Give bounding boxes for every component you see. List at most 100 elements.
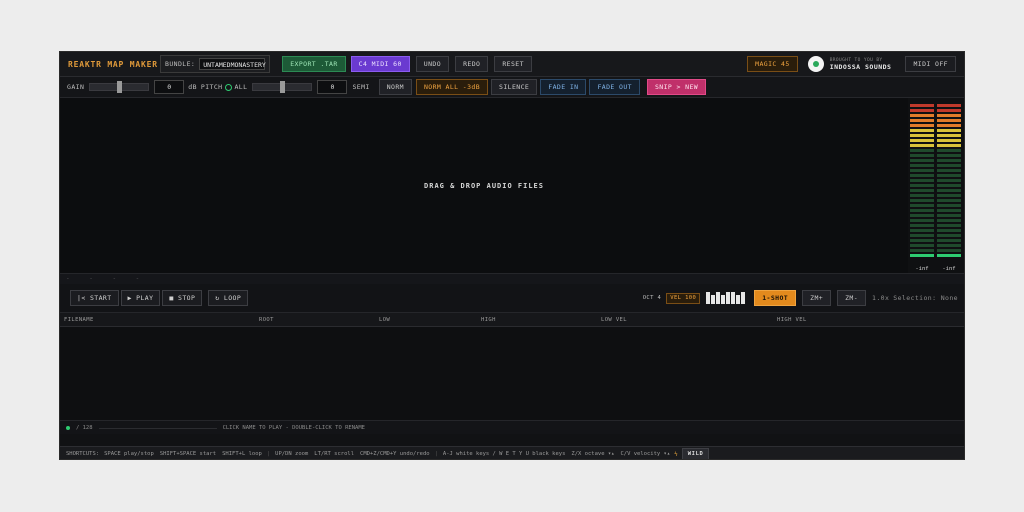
gain-slider-thumb[interactable]: [117, 81, 123, 93]
meter-segment: [910, 169, 934, 172]
meter-segment: [910, 149, 934, 152]
velocity-readout[interactable]: VEL 100: [666, 292, 701, 304]
right-level-meter: [937, 104, 961, 259]
col-filename[interactable]: FILENAME: [64, 317, 94, 323]
gain-value-field[interactable]: 0: [154, 80, 185, 94]
col-root[interactable]: ROOT: [259, 317, 274, 323]
status-indicator-icon: [66, 426, 70, 430]
piano-key[interactable]: [706, 292, 711, 304]
start-button[interactable]: |< START: [70, 290, 119, 306]
norm-button[interactable]: NORM: [378, 79, 412, 95]
meter-segment: [910, 209, 934, 212]
shortcut-item: LT/RT scroll: [314, 451, 355, 457]
stop-button[interactable]: ■ STOP: [162, 290, 203, 306]
meter-segment: [910, 129, 934, 132]
meter-segment: [937, 164, 961, 167]
sample-table-body[interactable]: [60, 327, 964, 420]
meter-segment: [937, 149, 961, 152]
level-meters: -inf -inf: [908, 98, 964, 273]
pitch-label: PITCH: [200, 83, 223, 91]
meter-segment: [910, 179, 934, 182]
shortcut-item: SPACE play/stop: [104, 451, 154, 457]
meter-segment: [910, 214, 934, 217]
redo-button[interactable]: REDO: [455, 56, 489, 72]
meter-segment: [937, 239, 961, 242]
zoom-out-button[interactable]: ZM-: [837, 290, 867, 306]
reset-button[interactable]: RESET: [494, 56, 532, 72]
meter-segment: [937, 109, 961, 112]
midi-off-button[interactable]: MIDI OFF: [905, 56, 956, 72]
left-meter-readout: -inf: [915, 266, 929, 272]
audio-drop-zone[interactable]: DRAG & DROP AUDIO FILES: [60, 98, 908, 273]
right-meter-readout: -inf: [942, 266, 956, 272]
col-high-vel[interactable]: HIGH VEL: [777, 317, 807, 323]
shortcuts-label: SHORTCUTS:: [66, 451, 100, 457]
meter-segment: [937, 214, 961, 217]
sample-total: / 128: [76, 425, 93, 431]
piano-key[interactable]: [716, 292, 721, 304]
gain-label: GAIN: [67, 83, 85, 91]
transport-bar: |< START ▶ PLAY ■ STOP ↻ LOOP OCT 4 VEL …: [60, 284, 964, 313]
piano-key[interactable]: [726, 292, 731, 304]
zoom-in-button[interactable]: ZM+: [802, 290, 832, 306]
bundle-group: BUNDLE: UNTAMEDMONASTERY: [160, 55, 271, 73]
meter-segment: [937, 229, 961, 232]
app-window: REAKTR MAP MAKER BUNDLE: UNTAMEDMONASTER…: [59, 51, 965, 460]
one-shot-button[interactable]: 1-SHOT: [754, 290, 797, 306]
col-low-vel[interactable]: LOW VEL: [601, 317, 627, 323]
c4-midi-button[interactable]: C4 MIDI 60: [350, 56, 410, 72]
piano-key[interactable]: [741, 292, 746, 304]
piano-key[interactable]: [721, 295, 726, 304]
sample-capacity-bar: [98, 427, 217, 429]
shortcut-item: SHIFT+SPACE start: [159, 451, 217, 457]
brand-block: BROUGHT TO YOU BY INDOSSA SOUNDS: [807, 56, 892, 72]
norm-all-button[interactable]: NORM ALL -3dB: [415, 79, 489, 95]
play-button[interactable]: ▶ PLAY: [120, 290, 161, 306]
undo-button[interactable]: UNDO: [415, 56, 450, 72]
ruler-markers: - - - -: [66, 275, 148, 282]
meter-segment: [937, 114, 961, 117]
meter-segment: [937, 204, 961, 207]
loop-button[interactable]: ↻ LOOP: [208, 290, 249, 306]
col-low[interactable]: LOW: [379, 317, 390, 323]
pitch-value-field[interactable]: 0: [317, 80, 348, 94]
meter-segment: [910, 194, 934, 197]
sample-table-header: FILENAME ROOT LOW HIGH LOW VEL HIGH VEL: [60, 313, 964, 327]
silence-button[interactable]: SILENCE: [491, 79, 538, 95]
octave-readout: OCT 4: [642, 295, 662, 301]
pitch-all-radio[interactable]: [225, 83, 233, 91]
gain-slider[interactable]: [89, 81, 150, 93]
meter-segment: [910, 109, 934, 112]
drop-zone-text: DRAG & DROP AUDIO FILES: [424, 181, 544, 190]
fade-out-button[interactable]: FADE OUT: [589, 79, 640, 95]
snip-new-button[interactable]: SNIP > NEW: [646, 79, 707, 95]
pitch-slider-thumb[interactable]: [280, 81, 286, 93]
meter-segment: [910, 144, 934, 147]
meter-segment: [937, 199, 961, 202]
piano-key[interactable]: [736, 295, 741, 304]
left-level-meter: [910, 104, 934, 259]
bundle-name-input[interactable]: UNTAMEDMONASTERY: [199, 58, 266, 70]
piano-key[interactable]: [711, 295, 716, 304]
meter-segment: [937, 249, 961, 252]
meter-segment: [937, 129, 961, 132]
piano-key[interactable]: [731, 292, 736, 304]
meter-segment: [910, 254, 934, 257]
table-hint: CLICK NAME TO PLAY - DOUBLE-CLICK TO REN…: [222, 425, 365, 431]
shortcut-item: SHIFT+L loop: [222, 451, 262, 457]
meter-segment: [910, 164, 934, 167]
mini-keyboard[interactable]: [706, 292, 746, 304]
fade-in-button[interactable]: FADE IN: [540, 79, 587, 95]
indossa-logo-icon: [807, 56, 824, 72]
meter-segment: [910, 239, 934, 242]
meter-segment: [937, 139, 961, 142]
shortcuts-bar: SHORTCUTS: SPACE play/stop SHIFT+SPACE s…: [60, 446, 964, 459]
magic-button[interactable]: MAGIC 45: [747, 56, 798, 72]
wild-button[interactable]: WILD: [681, 448, 710, 459]
brand-name: INDOSSA SOUNDS: [829, 63, 892, 71]
meter-segment: [910, 184, 934, 187]
pitch-all-label: ALL: [234, 83, 248, 91]
export-tar-button[interactable]: EXPORT .TAR: [282, 56, 346, 72]
pitch-slider[interactable]: [252, 81, 313, 93]
col-high[interactable]: HIGH: [481, 317, 496, 323]
